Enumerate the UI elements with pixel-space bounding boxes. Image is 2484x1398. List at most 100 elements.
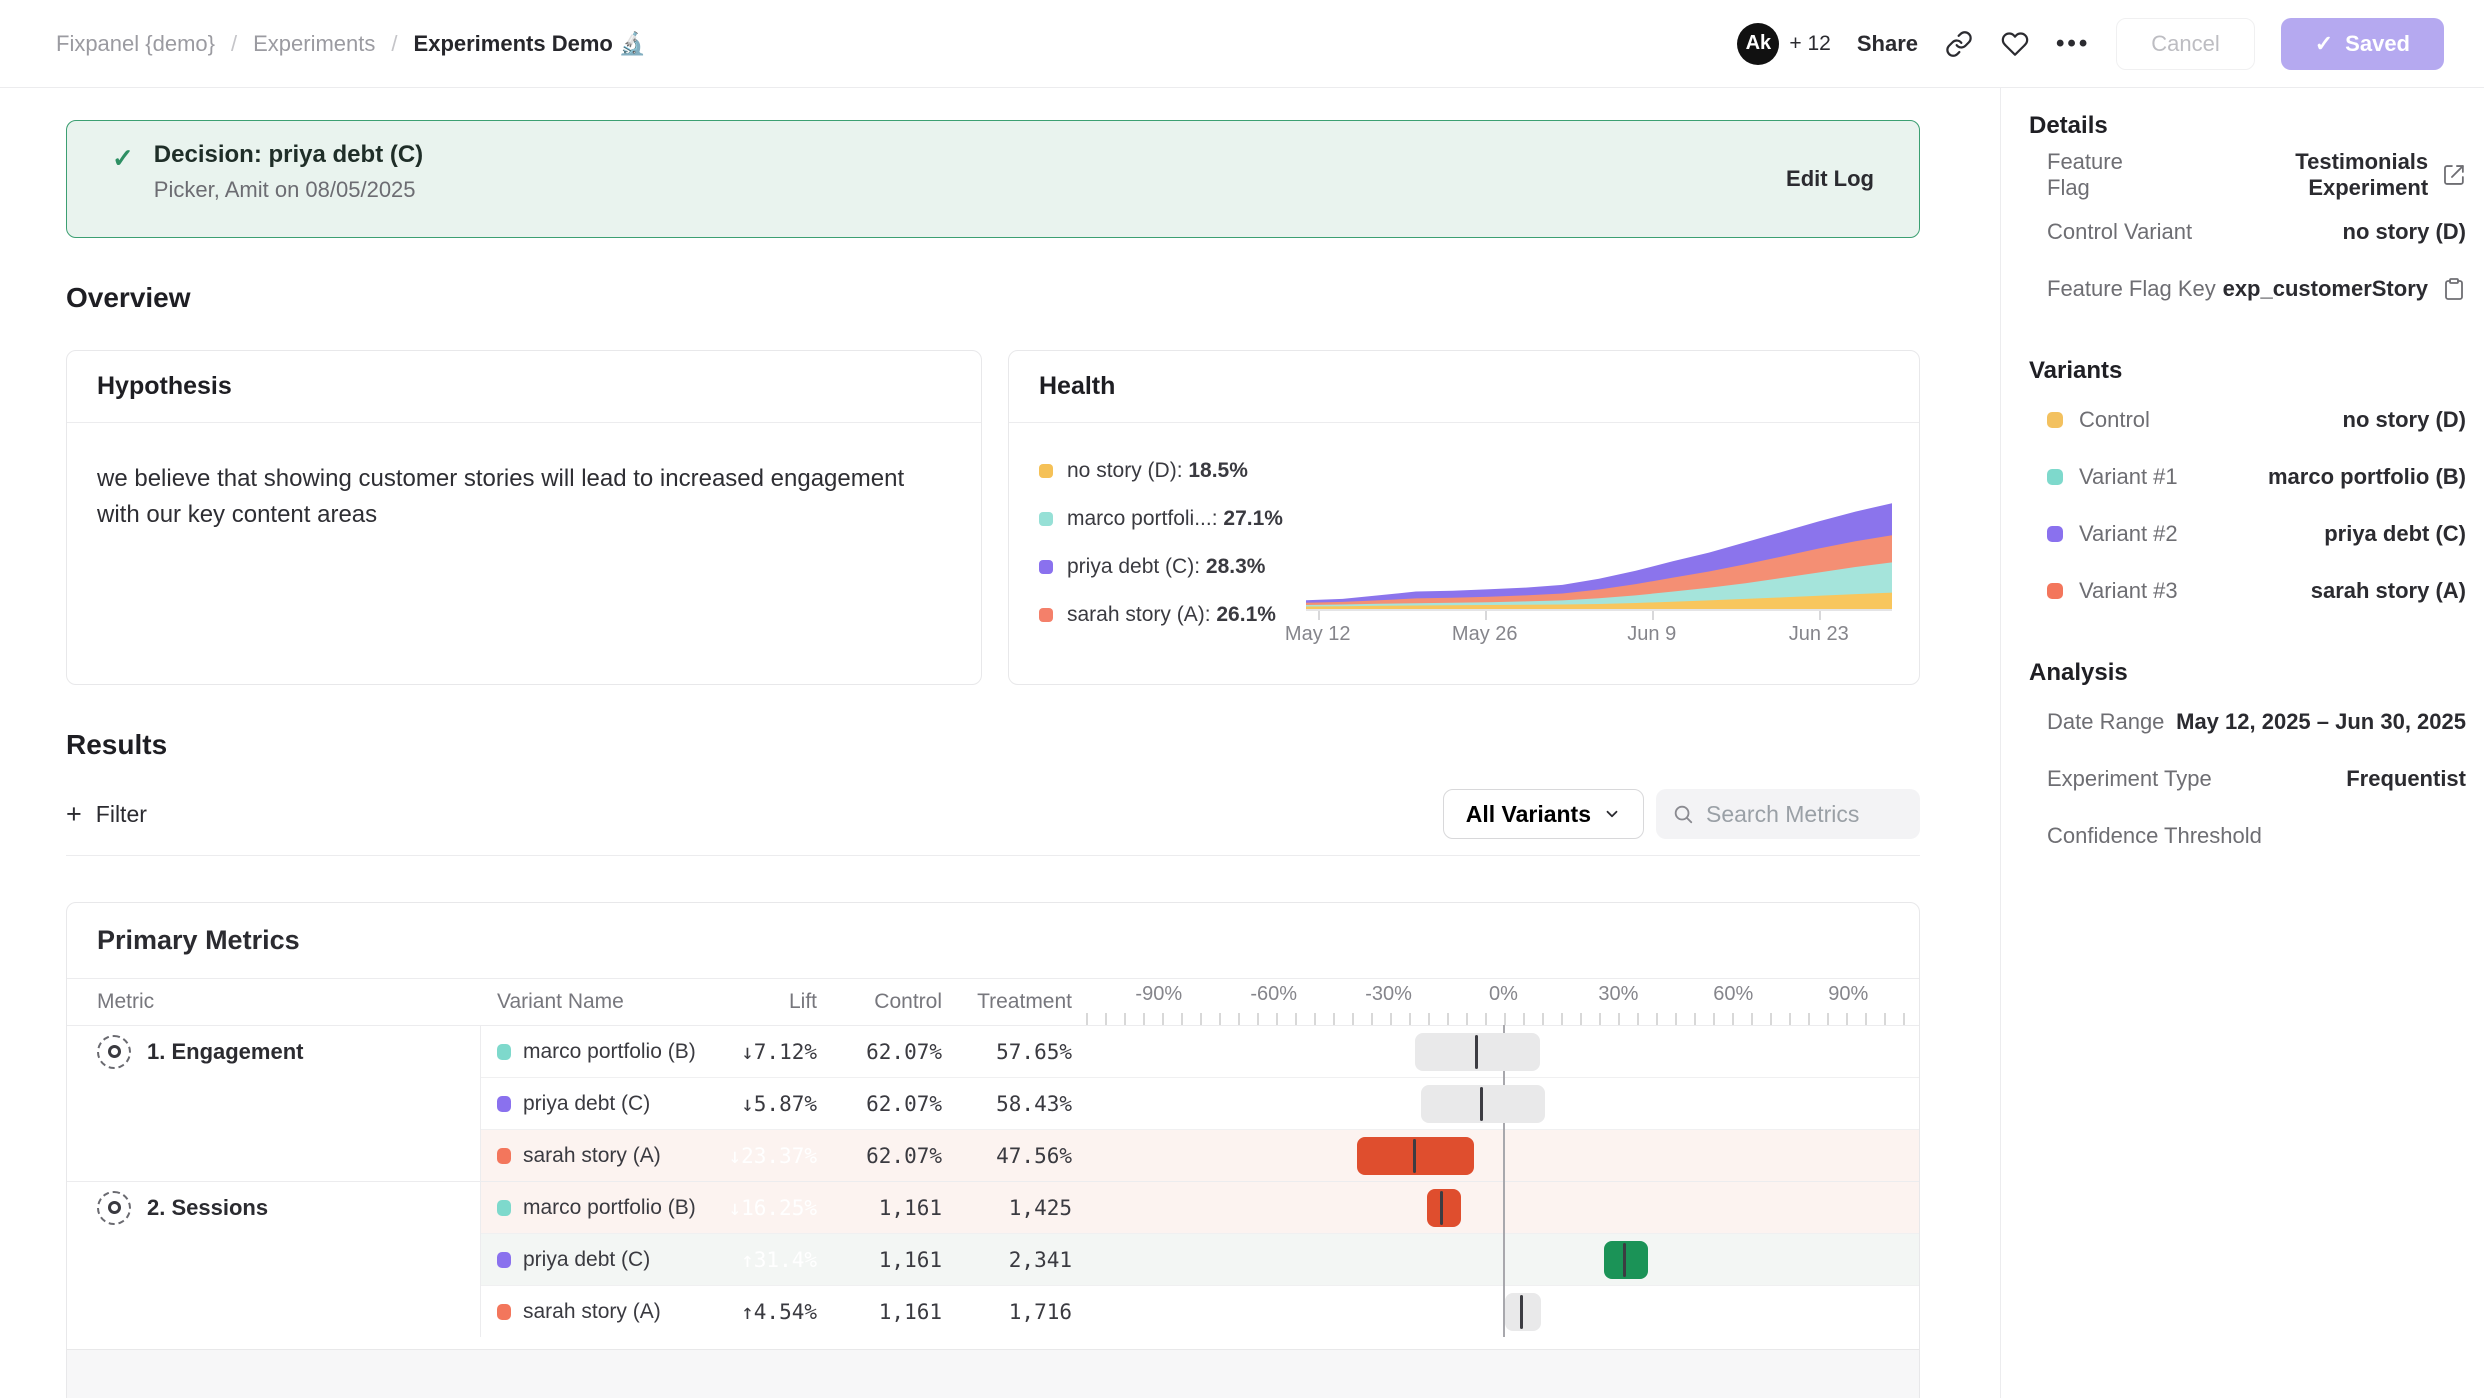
- legend-item: sarah story (A): 26.1%: [1039, 591, 1283, 639]
- variant-row-2: Variant #2 priya debt (C): [2029, 505, 2466, 562]
- ci-axis-tick-label: 90%: [1828, 983, 1868, 1006]
- x-axis-tick: [1485, 611, 1487, 620]
- variants-dropdown[interactable]: All Variants: [1443, 789, 1644, 839]
- feature-flag-link[interactable]: Testimonials Experiment: [2171, 149, 2428, 201]
- share-button[interactable]: Share: [1857, 31, 1918, 57]
- ci-axis-tick-label: 60%: [1713, 983, 1753, 1006]
- variant-color-dot: [497, 1148, 511, 1164]
- treatment-value: 1,716: [956, 1285, 1086, 1337]
- x-axis-tick: [1318, 611, 1320, 620]
- ci-axis-tick-label: -90%: [1135, 983, 1182, 1006]
- treatment-value: 57.65%: [956, 1025, 1086, 1077]
- breadcrumb-experiments[interactable]: Experiments: [253, 31, 375, 57]
- copy-link-icon[interactable]: [1944, 29, 1974, 59]
- ci-mean-marker: [1440, 1191, 1443, 1225]
- ci-axis-ticks: [1086, 1013, 1920, 1025]
- primary-metrics-card: Primary Metrics Metric Variant Name Lift…: [66, 902, 1920, 1398]
- ci-axis-tick-label: -30%: [1365, 983, 1412, 1006]
- overview-heading: Overview: [66, 282, 1920, 314]
- x-axis-tick: [1819, 611, 1821, 620]
- search-metrics-input[interactable]: [1706, 801, 1896, 828]
- health-chart-x-axis: May 12May 26Jun 9Jun 23: [1306, 609, 1892, 649]
- control-value: 62.07%: [831, 1025, 956, 1077]
- ci-bar: [1604, 1241, 1648, 1279]
- legend-swatch: [1039, 512, 1053, 526]
- favorite-heart-icon[interactable]: [2000, 29, 2030, 59]
- legend-swatch: [1039, 608, 1053, 622]
- variant-row-1: Variant #1 marco portfolio (B): [2029, 448, 2466, 505]
- table-row[interactable]: sarah story (A) ↑4.54% 1,161 1,716: [67, 1285, 1919, 1337]
- lift-value: ↓5.87%: [707, 1077, 831, 1129]
- table-row[interactable]: priya debt (C) ↑31.4% 1,161 2,341: [67, 1233, 1919, 1285]
- lift-value: ↓16.25%: [707, 1181, 831, 1233]
- x-axis-label: May 26: [1452, 623, 1518, 646]
- health-legend: no story (D): 18.5% marco portfoli...: 2…: [1039, 447, 1283, 639]
- ci-chart-cell: [1086, 1077, 1920, 1129]
- detail-row-feature-flag-key: Feature Flag Key exp_customerStory: [2029, 260, 2466, 317]
- variant-color-dot: [497, 1304, 511, 1320]
- table-row[interactable]: 1. Engagement marco portfolio (B) ↓7.12%…: [67, 1025, 1919, 1077]
- variants-heading: Variants: [2029, 357, 2466, 385]
- clipboard-icon[interactable]: [2442, 277, 2466, 301]
- variant-color-dot: [497, 1252, 511, 1268]
- primary-metrics-title: Primary Metrics: [67, 903, 1919, 979]
- lift-value: ↓7.12%: [707, 1025, 831, 1077]
- ci-mean-marker: [1413, 1139, 1416, 1173]
- avatar[interactable]: Ak: [1737, 23, 1779, 65]
- ci-axis-tick-label: 0%: [1489, 983, 1518, 1006]
- x-axis-tick: [1652, 611, 1654, 620]
- table-row[interactable]: sarah story (A) ↓23.37% 62.07% 47.56%: [67, 1129, 1919, 1181]
- decision-subtitle: Picker, Amit on 08/05/2025: [154, 177, 423, 203]
- hypothesis-body: we believe that showing customer stories…: [67, 423, 981, 571]
- add-metric-row: + Add: [67, 1349, 1919, 1398]
- treatment-value: 47.56%: [956, 1129, 1086, 1181]
- control-value: 1,161: [831, 1233, 956, 1285]
- treatment-value: 2,341: [956, 1233, 1086, 1285]
- legend-swatch: [1039, 560, 1053, 574]
- top-bar: Fixpanel {demo} / Experiments / Experime…: [0, 0, 2484, 88]
- variant-color-swatch: [2047, 412, 2063, 428]
- variant-row-3: Variant #3 sarah story (A): [2029, 562, 2466, 619]
- variant-color-dot: [497, 1096, 511, 1112]
- results-heading: Results: [66, 729, 1920, 761]
- breadcrumb-separator: /: [391, 31, 397, 57]
- ci-axis-tick-label: -60%: [1250, 983, 1297, 1006]
- health-card: Health no story (D): 18.5% marco portfol…: [1008, 350, 1920, 685]
- ci-bar: [1505, 1293, 1541, 1331]
- table-row[interactable]: 2. Sessions marco portfolio (B) ↓16.25% …: [67, 1181, 1919, 1233]
- edit-log-button[interactable]: Edit Log: [1786, 166, 1874, 192]
- search-icon: [1672, 803, 1694, 825]
- detail-row-control-variant: Control Variant no story (D): [2029, 203, 2466, 260]
- saved-button[interactable]: ✓Saved: [2281, 18, 2444, 70]
- table-row[interactable]: priya debt (C) ↓5.87% 62.07% 58.43%: [67, 1077, 1919, 1129]
- check-icon: ✓: [2315, 31, 2333, 57]
- lift-value: ↑31.4%: [707, 1233, 831, 1285]
- breadcrumb: Fixpanel {demo} / Experiments / Experime…: [56, 31, 646, 57]
- breadcrumb-separator: /: [231, 31, 237, 57]
- x-axis-label: May 12: [1285, 623, 1351, 646]
- table-header: Metric Variant Name Lift Control Treatme…: [67, 979, 1919, 1025]
- variant-color-swatch: [2047, 526, 2063, 542]
- external-link-icon[interactable]: [2442, 163, 2466, 187]
- control-value: 1,161: [831, 1285, 956, 1337]
- lift-value: ↓23.37%: [707, 1129, 831, 1181]
- chevron-down-icon: [1603, 805, 1621, 823]
- check-icon: ✓: [112, 143, 134, 174]
- control-value: 62.07%: [831, 1129, 956, 1181]
- search-metrics-box[interactable]: [1656, 789, 1920, 839]
- variant-color-swatch: [2047, 583, 2063, 599]
- x-axis-label: Jun 9: [1627, 623, 1676, 646]
- ci-axis-tick-label: 30%: [1598, 983, 1638, 1006]
- analysis-row-experiment-type: Experiment Type Frequentist: [2029, 750, 2466, 807]
- ci-mean-marker: [1475, 1035, 1478, 1069]
- legend-item: priya debt (C): 28.3%: [1039, 543, 1283, 591]
- breadcrumb-project[interactable]: Fixpanel {demo}: [56, 31, 215, 57]
- avatar-overflow-count[interactable]: + 12: [1789, 32, 1830, 56]
- ci-chart-cell: [1086, 1025, 1920, 1077]
- add-filter-button[interactable]: + Filter: [66, 801, 147, 828]
- cancel-button[interactable]: Cancel: [2116, 18, 2254, 70]
- x-axis-label: Jun 23: [1789, 623, 1849, 646]
- more-options-icon[interactable]: •••: [2056, 30, 2090, 58]
- ci-bar: [1427, 1189, 1461, 1227]
- decision-title: Decision: priya debt (C): [154, 141, 423, 169]
